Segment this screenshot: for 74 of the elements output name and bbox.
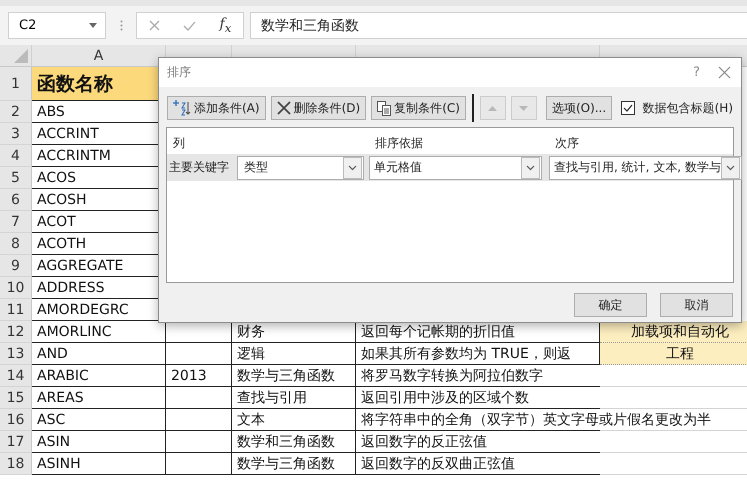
chevron-down-icon <box>348 164 357 170</box>
empty-cell <box>166 343 232 365</box>
row-header[interactable]: 6 <box>0 189 32 211</box>
row-header[interactable]: 3 <box>0 123 32 145</box>
column-heading: 列 <box>172 135 186 152</box>
row-header[interactable]: 18 <box>0 453 32 475</box>
grip-icon <box>120 20 122 31</box>
dialog-title: 排序 <box>167 64 192 81</box>
copy-level-button[interactable]: 复制条件(C) <box>371 96 466 120</box>
table-cell: 返回引用中涉及的区域个数 <box>356 387 747 409</box>
row-header[interactable]: 14 <box>0 365 32 387</box>
table-cell: ASINH <box>32 453 166 475</box>
row-header[interactable]: 13 <box>0 343 32 365</box>
help-button[interactable]: ? <box>693 65 700 80</box>
column-header[interactable]: A <box>32 45 166 67</box>
table-cell: 将罗马数字转换为阿拉伯数字 <box>356 365 747 387</box>
close-icon[interactable] <box>718 66 731 79</box>
triangle-down-icon <box>519 106 528 110</box>
row-header[interactable]: 9 <box>0 255 32 277</box>
table-cell: 加载项和自动化 <box>600 321 747 343</box>
column-heading: 排序依据 <box>374 135 424 152</box>
empty-cell <box>166 431 232 453</box>
add-level-button[interactable]: 添加条件(A) <box>167 96 266 120</box>
sort-on-dropdown[interactable]: 单元格值 <box>369 156 542 180</box>
table-cell: 将字符串中的全角（双字节）英文字母或片假名更改为半 <box>356 409 747 431</box>
table-cell: ASIN <box>32 431 166 453</box>
level-label: 主要关键字 <box>168 159 230 176</box>
row-header[interactable]: 10 <box>0 277 32 299</box>
table-cell: 2013 <box>166 365 232 387</box>
ok-button[interactable]: 确定 <box>574 293 647 317</box>
empty-cell <box>166 409 232 431</box>
formula-input[interactable]: 数学和三角函数 <box>250 12 747 39</box>
table-cell: AREAS <box>32 387 166 409</box>
empty-cell <box>166 387 232 409</box>
sort-add-icon <box>173 100 191 116</box>
triangle-up-icon <box>488 106 498 110</box>
row-header[interactable]: 2 <box>0 101 32 123</box>
row-header[interactable]: 11 <box>0 299 32 321</box>
checkmark-icon <box>622 104 633 112</box>
check-icon[interactable] <box>183 20 196 30</box>
column-dropdown[interactable]: 类型 <box>237 156 364 180</box>
checkbox-label: 数据包含标题(H) <box>642 100 733 116</box>
checkbox[interactable] <box>620 101 635 115</box>
row-header[interactable]: 5 <box>0 167 32 189</box>
table-cell: AND <box>32 343 166 365</box>
cell-reference: C2 <box>19 18 36 33</box>
table-cell: 逻辑 <box>232 343 356 365</box>
delete-level-button[interactable]: 删除条件(D) <box>270 96 366 120</box>
options-button[interactable]: 选项(O)... <box>546 96 612 120</box>
delete-icon <box>276 101 291 115</box>
name-box[interactable]: C2 <box>8 12 106 39</box>
cancel-button[interactable]: 取消 <box>660 293 733 317</box>
insert-function-button[interactable]: f$_{x}$ <box>220 16 232 35</box>
table-cell: 返回数字的反正弦值 <box>356 431 747 453</box>
table-cell: 工程 <box>600 343 747 365</box>
row-header[interactable]: 15 <box>0 387 32 409</box>
row-header[interactable]: 16 <box>0 409 32 431</box>
empty-cell <box>166 453 232 475</box>
row-header[interactable]: 8 <box>0 233 32 255</box>
row-header[interactable]: 7 <box>0 211 32 233</box>
table-cell: ARABIC <box>32 365 166 387</box>
chevron-down-icon <box>726 164 735 170</box>
copy-icon <box>377 100 392 116</box>
row-header[interactable]: 4 <box>0 145 32 167</box>
row-header[interactable]: 12 <box>0 321 32 343</box>
row-header[interactable]: 1 <box>0 67 32 101</box>
order-dropdown[interactable]: 查找与引用, 统计, 文本, 数学与 <box>549 156 742 180</box>
cancel-icon[interactable] <box>148 20 160 31</box>
column-heading: 次序 <box>554 135 580 152</box>
table-cell: ASC <box>32 409 166 431</box>
table-cell: 返回数字的反双曲正弦值 <box>356 453 747 475</box>
chevron-down-icon <box>526 164 535 170</box>
row-header[interactable]: 17 <box>0 431 32 453</box>
caret-icon <box>89 23 97 28</box>
